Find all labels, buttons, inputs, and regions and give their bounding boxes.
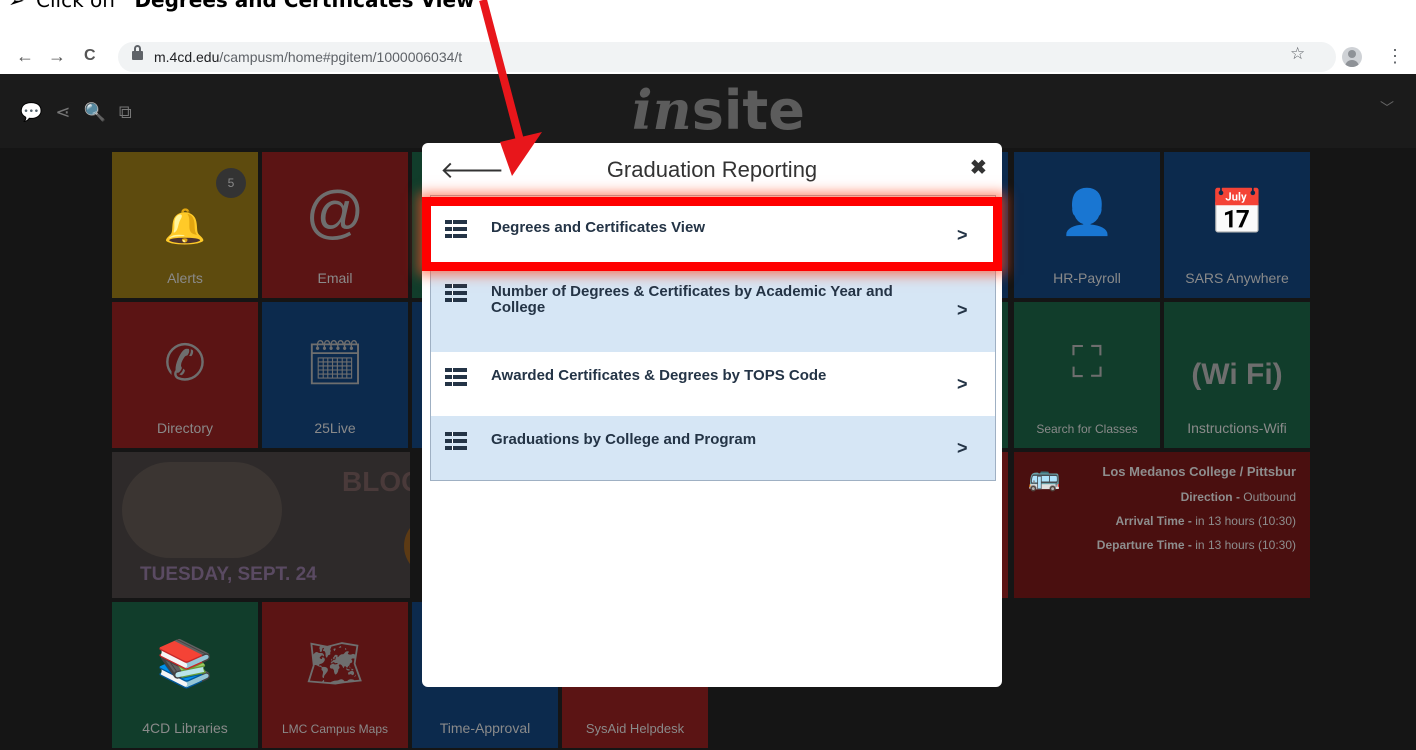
chevron-right-icon: > (957, 225, 968, 245)
report-list: Degrees and Certificates View > Number o… (430, 195, 996, 481)
list-item-graduations-by-college[interactable]: Graduations by College and Program > (431, 416, 995, 480)
tile-label: HR-Payroll (1053, 270, 1121, 286)
header-tools-icons[interactable]: 💬 ⋖ 🔍 ⧉ (20, 102, 136, 123)
back-arrow-icon[interactable]: ← (16, 46, 34, 66)
app-header: 💬 ⋖ 🔍 ⧉ insite ﹀ (0, 74, 1416, 148)
list-icon (445, 284, 467, 302)
list-item-label: Graduations by College and Program (491, 431, 757, 448)
teacher-board-icon: ⛶ (1071, 338, 1103, 387)
tile-hr-payroll[interactable]: 👤 HR-Payroll (1014, 152, 1160, 298)
bus-departure: Departure Time - in 13 hours (10:30) (1097, 538, 1296, 552)
instruction-prefix: Click on (36, 0, 122, 12)
list-item-label: Awarded Certificates & Degrees by TOPS C… (491, 367, 827, 384)
tile-libraries[interactable]: 📚 4CD Libraries (112, 602, 258, 748)
bus-arrival: Arrival Time - in 13 hours (10:30) (1115, 514, 1296, 528)
banner-photo (122, 462, 282, 558)
tile-label: SARS Anywhere (1185, 270, 1289, 286)
banner-title: BLOC (342, 466, 410, 497)
arrival-value: in 13 hours (10:30) (1195, 514, 1296, 528)
tile-alerts[interactable]: 5 🔔 Alerts (112, 152, 258, 298)
instruction-emphasis: “Degrees and Certificates View” (121, 0, 488, 12)
forward-arrow-icon[interactable]: → (48, 46, 66, 66)
list-icon (445, 432, 467, 450)
list-item-label: Number of Degrees & Certificates by Acad… (491, 283, 893, 316)
bus-route: Los Medanos College / Pittsbur (1102, 464, 1296, 479)
url-text[interactable]: m.4cd.edu/campusm/home#pgitem/1000006034… (154, 49, 462, 65)
departure-value: in 13 hours (10:30) (1195, 538, 1296, 552)
url-host: m.4cd.edu (154, 49, 220, 65)
chevron-right-icon: > (957, 374, 968, 394)
logo-in: in (632, 78, 692, 142)
header-chevron-down-icon[interactable]: ﹀ (1380, 98, 1394, 118)
tile-label: Search for Classes (1036, 422, 1138, 436)
bookmark-star-icon[interactable]: ☆ (1290, 44, 1305, 64)
tile-search-classes[interactable]: ⛶ Search for Classes (1014, 302, 1160, 448)
insite-logo: insite (632, 78, 805, 142)
tile-label: SysAid Helpdesk (585, 721, 685, 736)
books-icon: 📚 (156, 637, 214, 689)
tile-25live[interactable]: 🗓 25Live (262, 302, 408, 448)
tile-label: Time-Approval (439, 720, 531, 736)
bus-schedule-widget[interactable]: 🚌 Los Medanos College / Pittsbur Directi… (1014, 452, 1310, 598)
direction-value: Outbound (1243, 490, 1296, 504)
tile-campus-maps[interactable]: 🗺 LMC Campus Maps (262, 602, 408, 748)
calendar-icon: 📅 (1209, 188, 1265, 237)
direction-label: Direction - (1180, 490, 1244, 504)
tile-label: 4CD Libraries (142, 720, 228, 736)
tile-label: 25Live (314, 420, 356, 436)
departure-label: Departure Time - (1096, 538, 1196, 552)
list-item-degrees-by-year-college[interactable]: Number of Degrees & Certificates by Acad… (431, 268, 995, 352)
list-item-degrees-certificates-view[interactable]: Degrees and Certificates View > (431, 196, 995, 268)
close-icon[interactable]: ✖ (970, 155, 987, 180)
instruction-text: Click on “Degrees and Certificates View” (36, 0, 488, 12)
payroll-person-icon: 👤 (1059, 188, 1115, 237)
at-sign-icon: @ (305, 180, 365, 245)
list-item-tops-code[interactable]: Awarded Certificates & Degrees by TOPS C… (431, 352, 995, 416)
browser-toolbar: ← → C m.4cd.edu/campusm/home#pgitem/1000… (0, 38, 1416, 74)
browser-menu-icon[interactable]: ⋮ (1386, 46, 1404, 67)
modal-header: 🡐 Graduation Reporting ✖ (422, 143, 1002, 197)
list-icon (445, 368, 467, 386)
tile-email[interactable]: @ Email (262, 152, 408, 298)
arrival-label: Arrival Time - (1115, 514, 1196, 528)
banner-date: TUESDAY, SEPT. 24 (140, 564, 317, 585)
list-icon (445, 220, 467, 238)
address-bar[interactable]: m.4cd.edu/campusm/home#pgitem/1000006034… (118, 42, 1336, 72)
bullet-arrow-icon: ➢ (8, 0, 25, 12)
profile-avatar-icon[interactable] (1342, 47, 1362, 67)
lock-icon (132, 45, 143, 60)
phone-icon: ✆ (164, 335, 206, 391)
tile-label: Directory (156, 420, 213, 436)
calendar-check-icon: 🗓 (305, 337, 365, 389)
tile-label: LMC Campus Maps (281, 722, 389, 736)
tile-sars[interactable]: 📅 SARS Anywhere (1164, 152, 1310, 298)
bus-direction: Direction - Outbound (1181, 490, 1296, 504)
bus-icon: 🚌 (1028, 462, 1061, 492)
graduation-reporting-modal: 🡐 Graduation Reporting ✖ Degrees and Cer… (422, 143, 1002, 687)
map-icon: 🗺 (305, 637, 365, 689)
banner-orb (404, 516, 410, 576)
list-item-label: Degrees and Certificates View (491, 219, 705, 236)
logo-site: site (691, 79, 805, 142)
tile-label: Alerts (167, 270, 203, 286)
bell-icon: 🔔 (163, 208, 207, 246)
tile-directory[interactable]: ✆ Directory (112, 302, 258, 448)
tile-label: Instructions-Wifi (1187, 420, 1287, 436)
instruction-strip: ➢ Click on “Degrees and Certificates Vie… (0, 0, 1416, 32)
modal-title: Graduation Reporting (606, 157, 818, 182)
reload-icon[interactable]: C (84, 46, 96, 66)
promo-banner[interactable]: BLOC TUESDAY, SEPT. 24 (112, 452, 410, 598)
chevron-right-icon: > (957, 438, 968, 458)
tile-wifi[interactable]: (Wi Fi) Instructions-Wifi (1164, 302, 1310, 448)
url-path: /campusm/home#pgitem/1000006034/t (219, 49, 463, 65)
page: ➢ Click on “Degrees and Certificates Vie… (0, 0, 1416, 750)
wifi-icon: (Wi Fi) (1191, 358, 1283, 391)
chevron-right-icon: > (957, 300, 968, 320)
tile-label: Email (317, 270, 353, 286)
